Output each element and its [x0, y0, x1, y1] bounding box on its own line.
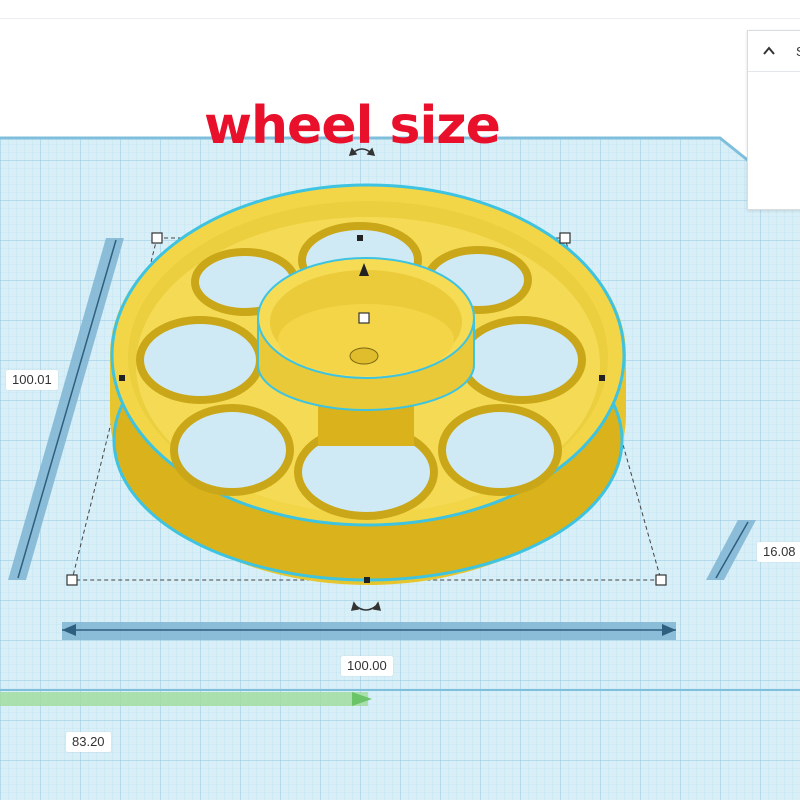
- height-handle: [358, 312, 370, 324]
- corner-handle: [66, 574, 78, 586]
- width-ruler[interactable]: [62, 622, 676, 640]
- wheel-shape[interactable]: [110, 183, 626, 585]
- width-dimension-label[interactable]: 100.00: [341, 656, 393, 676]
- corner-handle: [151, 232, 163, 244]
- elevation-dimension-label[interactable]: 16.08: [757, 542, 800, 562]
- panel-header[interactable]: S: [748, 31, 800, 72]
- chevron-up-icon[interactable]: [762, 44, 776, 58]
- height-dimension-label[interactable]: 100.01: [6, 370, 58, 390]
- length-dimension-label[interactable]: 83.20: [66, 732, 111, 752]
- panel-title: S: [796, 44, 800, 59]
- caption-text: wheel size: [204, 96, 501, 156]
- shape-inspector-panel: S: [747, 30, 800, 210]
- corner-handle: [559, 232, 571, 244]
- x-axis-ruler: [0, 692, 372, 706]
- corner-handle: [655, 574, 667, 586]
